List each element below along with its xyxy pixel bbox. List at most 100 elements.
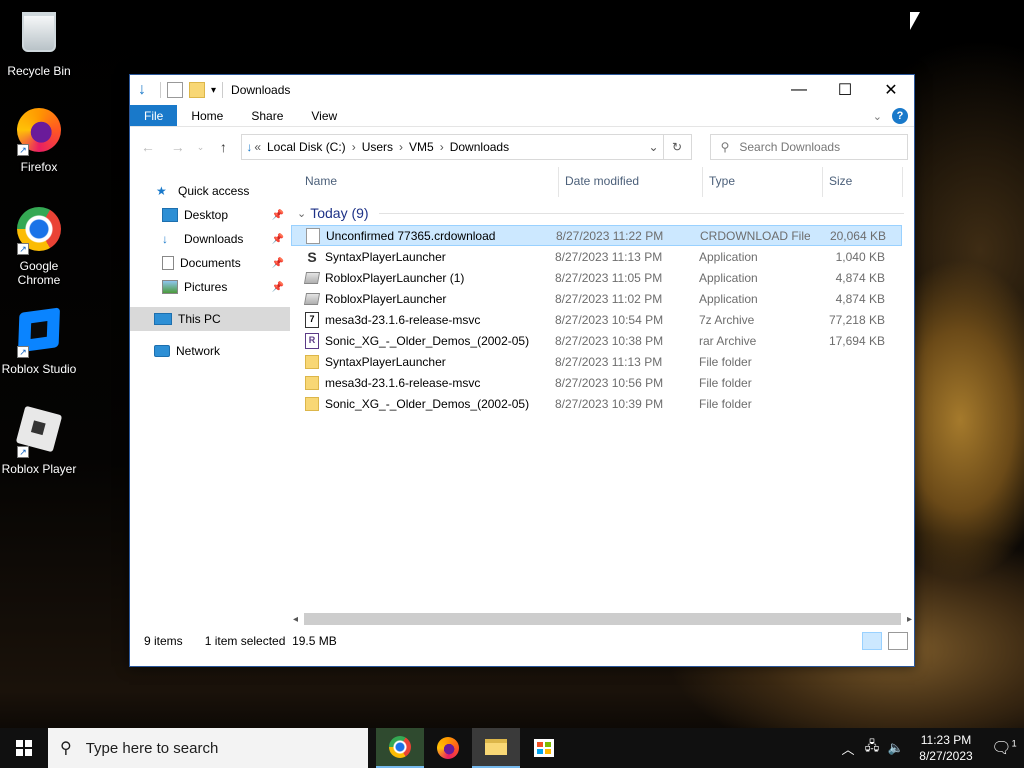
nav-downloads[interactable]: ↓ Downloads 📌 <box>130 227 290 251</box>
file-name-cell: S SyntaxPlayerLauncher <box>291 249 555 265</box>
scroll-left-icon[interactable]: ◂ <box>293 614 298 625</box>
desktop-icon-recycle-bin[interactable]: Recycle Bin <box>0 8 78 78</box>
column-date-modified[interactable]: Date modified <box>559 166 703 197</box>
scroll-right-icon[interactable]: ▸ <box>907 614 912 625</box>
roblox-studio-icon: ↗ <box>15 307 63 358</box>
maximize-button[interactable]: ☐ <box>822 75 868 105</box>
tab-file[interactable]: File <box>130 105 178 126</box>
title-bar[interactable]: ↓ ▾ Downloads — ☐ ✕ <box>130 75 914 105</box>
file-row[interactable]: mesa3d-23.1.6-release-msvc 8/27/2023 10:5… <box>291 372 902 393</box>
file-type: Application <box>699 270 758 285</box>
column-name[interactable]: Name <box>291 166 559 197</box>
details-view-icon[interactable] <box>862 632 882 650</box>
recent-locations-icon[interactable]: ⌄ <box>196 142 206 153</box>
file-date: 8/27/2023 10:38 PM <box>555 333 664 348</box>
taskbar-file-explorer[interactable] <box>472 728 520 768</box>
help-icon[interactable]: ? <box>892 108 908 124</box>
nav-documents[interactable]: Documents 📌 <box>130 251 290 275</box>
file-row[interactable]: RobloxPlayerLauncher 8/27/2023 11:02 PM Ap… <box>291 288 902 309</box>
file-date: 8/27/2023 11:05 PM <box>555 270 663 285</box>
horizontal-scrollbar[interactable]: ◂ ▸ <box>291 611 914 627</box>
file-row[interactable]: S SyntaxPlayerLauncher 8/27/2023 11:13 PM A… <box>291 246 902 267</box>
address-overflow-chevron[interactable]: « <box>254 140 261 154</box>
taskbar-firefox[interactable] <box>424 728 472 768</box>
download-arrow-icon: ↓ <box>138 81 146 98</box>
file-type: File folder <box>699 396 752 411</box>
breadcrumb-vm5[interactable]: VM5 <box>409 140 434 154</box>
taskbar-search-box[interactable]: ⚲ Type here to search <box>48 728 368 768</box>
folder-icon <box>305 375 319 390</box>
desktop-icon-label: Roblox Player <box>1 462 77 476</box>
file-row[interactable]: 7 mesa3d-23.1.6-release-msvc 8/27/2023 10:… <box>291 309 902 330</box>
window-title: Downloads <box>231 83 291 97</box>
nav-this-pc[interactable]: This PC <box>130 307 290 331</box>
show-hidden-icons-chevron[interactable]: ︿ <box>836 739 860 758</box>
search-input[interactable]: ⚲ Search Downloads <box>709 134 908 160</box>
tab-home[interactable]: Home <box>177 105 237 126</box>
file-row[interactable]: RobloxPlayerLauncher (1) 8/27/2023 11:05 … <box>291 267 902 288</box>
close-button[interactable]: ✕ <box>868 75 914 105</box>
breadcrumb-downloads[interactable]: Downloads <box>450 140 509 154</box>
clock-time: 11:23 PM <box>920 733 972 747</box>
file-row[interactable]: Unconfirmed 77365.crdownload 8/27/2023 11… <box>291 225 902 246</box>
minimize-button[interactable]: — <box>776 75 822 105</box>
mouse-cursor-icon <box>910 12 920 30</box>
nav-pictures[interactable]: Pictures 📌 <box>130 275 290 299</box>
pin-icon: 📌 <box>271 233 284 245</box>
file-name: SyntaxPlayerLauncher <box>325 249 446 264</box>
customize-toolbar-icon[interactable]: ▾ <box>211 85 216 96</box>
column-size[interactable]: Size <box>823 166 903 197</box>
file-name-cell: R Sonic_XG_-_Older_Demos_(2002-05) <box>291 332 555 349</box>
properties-icon[interactable] <box>167 82 183 98</box>
pc-icon <box>154 313 172 325</box>
file-row[interactable]: Sonic_XG_-_Older_Demos_(2002-05) 8/27/202… <box>291 393 902 414</box>
column-headers: Name Date modified Type Size <box>291 166 914 197</box>
file-date: 8/27/2023 10:39 PM <box>555 396 664 411</box>
taskbar-chrome[interactable] <box>376 728 424 768</box>
desktop-icon-roblox-studio[interactable]: ↗ Roblox Studio <box>0 306 78 376</box>
desktop-icon-chrome[interactable]: ↗ Google Chrome <box>0 205 78 287</box>
address-dropdown-icon[interactable]: ⌄ <box>649 140 659 154</box>
file-type: File folder <box>699 375 752 390</box>
nav-desktop[interactable]: Desktop 📌 <box>130 203 290 227</box>
up-button[interactable]: ↑ <box>212 139 236 155</box>
nav-network[interactable]: Network <box>130 339 290 363</box>
file-row[interactable]: SyntaxPlayerLauncher 8/27/2023 11:13 PM Fi… <box>291 351 902 372</box>
start-button[interactable] <box>0 728 48 768</box>
desktop-icon-firefox[interactable]: ↗ Firefox <box>0 106 78 174</box>
file-icon: 7 <box>305 311 319 328</box>
address-bar[interactable]: ↓ « Local Disk (C:) › Users › VM5 › Down… <box>241 134 692 160</box>
breadcrumb-local-disk[interactable]: Local Disk (C:) <box>267 140 346 154</box>
breadcrumb-users[interactable]: Users <box>362 140 393 154</box>
column-type[interactable]: Type <box>703 166 823 197</box>
desktop-icon-roblox-player[interactable]: ↗ Roblox Player <box>0 405 78 476</box>
selection-info: 1 item selected 19.5 MB <box>204 634 337 648</box>
file-date: 8/27/2023 11:13 PM <box>555 249 663 264</box>
volume-icon[interactable]: 🔈 <box>884 740 908 756</box>
desktop-icon-label: Roblox Studio <box>1 362 77 376</box>
refresh-icon[interactable]: ↻ <box>662 135 691 159</box>
file-name: RobloxPlayerLauncher (1) <box>325 270 465 285</box>
file-explorer-window: ↓ ▾ Downloads — ☐ ✕ File Home Share View… <box>129 74 915 667</box>
large-icons-view-icon[interactable] <box>888 632 908 650</box>
notification-center-button[interactable]: 🗨1 <box>984 738 1024 758</box>
nav-quick-access[interactable]: ★ Quick access <box>130 179 290 203</box>
tab-view[interactable]: View <box>297 105 351 126</box>
clock[interactable]: 11:23 PM 8/27/2023 <box>908 732 984 764</box>
forward-button[interactable]: → <box>166 139 190 155</box>
network-icon[interactable]: 🖧 <box>860 737 884 759</box>
file-size: 17,694 KB <box>828 333 885 348</box>
new-folder-icon[interactable] <box>189 82 205 98</box>
pictures-icon <box>162 280 178 294</box>
taskbar: ⚲ Type here to search ︿ 🖧 🔈 11:23 PM 8/2… <box>0 728 1024 768</box>
file-type: 7z Archive <box>699 312 755 327</box>
file-date: 8/27/2023 10:56 PM <box>555 375 664 390</box>
group-header-today[interactable]: ⌄ Today (9) <box>291 197 914 225</box>
firefox-icon: ↗ <box>15 108 63 156</box>
file-row[interactable]: R Sonic_XG_-_Older_Demos_(2002-05) 8/27/20… <box>291 330 902 351</box>
taskbar-search-placeholder: Type here to search <box>85 739 219 757</box>
taskbar-store[interactable] <box>520 728 568 768</box>
tab-share[interactable]: Share <box>237 105 297 126</box>
expand-ribbon-icon[interactable]: ⌄ <box>873 110 882 123</box>
back-button[interactable]: ← <box>136 139 160 155</box>
